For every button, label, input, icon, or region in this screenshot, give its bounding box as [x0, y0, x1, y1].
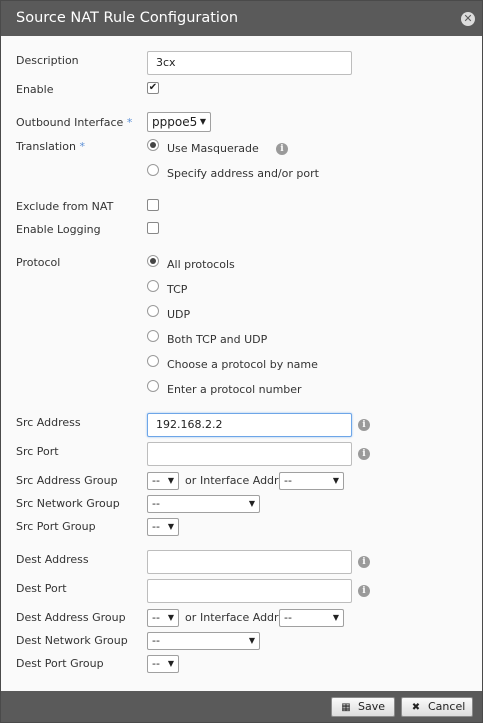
x-icon: ✖ [411, 702, 421, 713]
protocol-label: Protocol [16, 256, 61, 269]
src-port-input[interactable] [147, 442, 352, 466]
src-port-group-value: -- [152, 520, 160, 533]
info-icon[interactable]: i [358, 448, 370, 460]
outbound-interface-value: pppoe5 [152, 115, 198, 129]
dest-network-group-label: Dest Network Group [16, 634, 128, 647]
src-port-group-select[interactable]: -- ▼ [147, 518, 179, 536]
src-address-input[interactable]: 192.168.2.2 [147, 413, 352, 437]
protocol-udp-label: UDP [167, 308, 191, 321]
protocol-tcp-label: TCP [167, 283, 188, 296]
src-address-label: Src Address [16, 416, 81, 429]
outbound-interface-label: Outbound Interface * [16, 116, 133, 129]
src-interface-addr-value: -- [284, 474, 292, 487]
translation-masquerade-radio[interactable] [147, 139, 159, 151]
protocol-number-label: Enter a protocol number [167, 383, 302, 396]
dialog-titlebar: Source NAT Rule Configuration ✕ [1, 1, 482, 36]
info-icon[interactable]: i [358, 419, 370, 431]
protocol-number-radio[interactable] [147, 380, 159, 392]
chevron-down-icon: ▼ [248, 636, 255, 645]
chevron-down-icon: ▼ [167, 476, 174, 485]
dest-address-group-label: Dest Address Group [16, 611, 126, 624]
src-network-group-label: Src Network Group [16, 497, 120, 510]
dest-port-label: Dest Port [16, 582, 67, 595]
info-icon[interactable]: i [276, 143, 288, 155]
chevron-down-icon: ▼ [332, 476, 339, 485]
src-or-text: or [185, 474, 197, 487]
info-icon[interactable]: i [358, 556, 370, 568]
description-input[interactable]: 3cx [147, 51, 352, 75]
src-port-label: Src Port [16, 445, 59, 458]
exclude-from-nat-label: Exclude from NAT [16, 200, 114, 213]
exclude-from-nat-checkbox[interactable] [147, 199, 159, 211]
dest-network-group-select[interactable]: -- ▼ [147, 632, 260, 650]
outbound-interface-select[interactable]: pppoe5 ▼ [147, 112, 211, 132]
dest-address-group-value: -- [152, 611, 160, 624]
dest-port-group-value: -- [152, 657, 160, 670]
translation-label: Translation * [16, 140, 85, 153]
info-icon[interactable]: i [358, 585, 370, 597]
src-address-group-value: -- [152, 474, 160, 487]
translation-masquerade-label: Use Masquerade [167, 142, 259, 155]
src-interface-addr-select[interactable]: -- ▼ [279, 472, 344, 490]
translation-specify-radio[interactable] [147, 164, 159, 176]
dest-address-label: Dest Address [16, 553, 89, 566]
dialog-title: Source NAT Rule Configuration [16, 10, 239, 26]
chevron-down-icon: ▼ [199, 117, 206, 126]
save-button[interactable]: ▦ Save [331, 697, 395, 717]
translation-specify-label: Specify address and/or port [167, 167, 319, 180]
src-address-group-select[interactable]: -- ▼ [147, 472, 179, 490]
enable-logging-checkbox[interactable] [147, 222, 159, 234]
chevron-down-icon: ▼ [167, 522, 174, 531]
dest-port-input[interactable] [147, 579, 352, 603]
protocol-udp-radio[interactable] [147, 305, 159, 317]
chevron-down-icon: ▼ [167, 659, 174, 668]
dialog-body: Description 3cx Enable ✔ Outbound Interf… [1, 36, 482, 691]
dest-interface-addr-value: -- [284, 611, 292, 624]
chevron-down-icon: ▼ [332, 613, 339, 622]
save-button-label: Save [358, 700, 386, 713]
enable-checkbox[interactable]: ✔ [147, 82, 159, 94]
src-address-group-label: Src Address Group [16, 474, 118, 487]
src-port-group-label: Src Port Group [16, 520, 96, 533]
dest-address-group-select[interactable]: -- ▼ [147, 609, 179, 627]
cancel-button[interactable]: ✖ Cancel [401, 697, 473, 717]
src-network-group-value: -- [152, 497, 160, 510]
chevron-down-icon: ▼ [248, 499, 255, 508]
enable-label: Enable [16, 83, 54, 96]
protocol-all-radio[interactable] [147, 255, 159, 267]
dialog-footer: ▦ Save ✖ Cancel [1, 691, 482, 722]
protocol-tcp-radio[interactable] [147, 280, 159, 292]
protocol-both-radio[interactable] [147, 330, 159, 342]
source-nat-dialog: Source NAT Rule Configuration ✕ Descript… [0, 0, 483, 723]
src-interface-addr-label: Interface Addr [200, 474, 279, 487]
dest-or-text: or [185, 611, 197, 624]
protocol-name-radio[interactable] [147, 355, 159, 367]
protocol-both-label: Both TCP and UDP [167, 333, 268, 346]
dest-interface-addr-select[interactable]: -- ▼ [279, 609, 344, 627]
enable-logging-label: Enable Logging [16, 223, 101, 236]
dest-port-group-label: Dest Port Group [16, 657, 104, 670]
chevron-down-icon: ▼ [167, 613, 174, 622]
cancel-button-label: Cancel [428, 700, 466, 713]
protocol-name-label: Choose a protocol by name [167, 358, 318, 371]
src-network-group-select[interactable]: -- ▼ [147, 495, 260, 513]
dest-port-group-select[interactable]: -- ▼ [147, 655, 179, 673]
description-label: Description [16, 54, 79, 67]
dest-address-input[interactable] [147, 550, 352, 574]
floppy-disk-icon: ▦ [341, 702, 351, 713]
dest-network-group-value: -- [152, 634, 160, 647]
dest-interface-addr-label: Interface Addr [200, 611, 279, 624]
close-icon[interactable]: ✕ [461, 12, 475, 26]
protocol-all-label: All protocols [167, 258, 235, 271]
